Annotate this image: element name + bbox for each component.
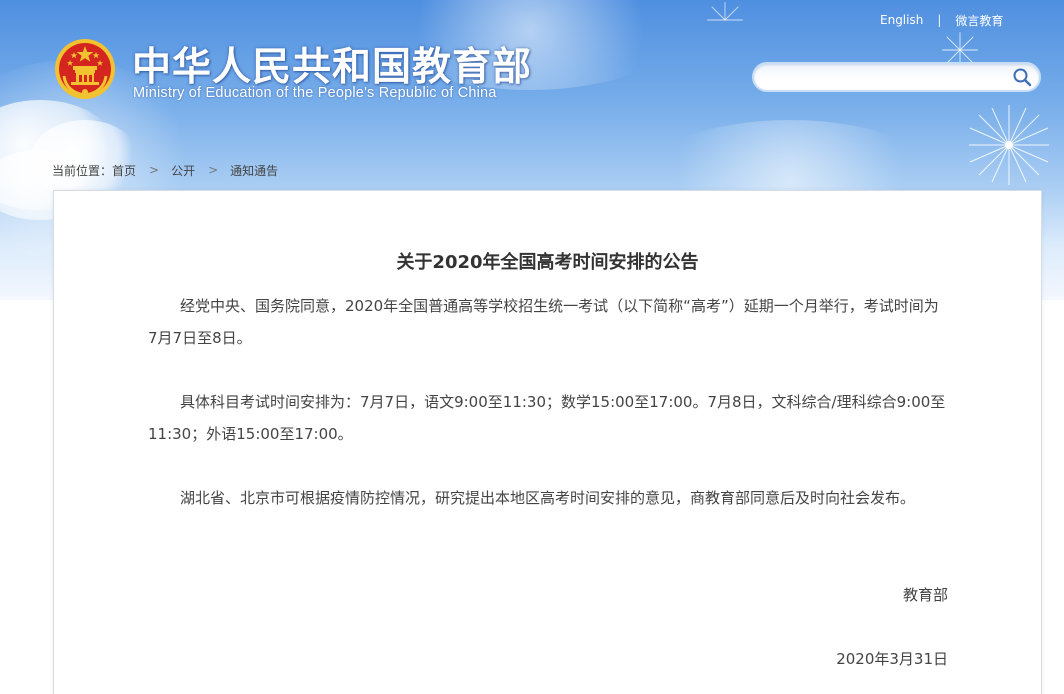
article-signature: 教育部 [902,586,948,604]
site-subtitle: Ministry of Education of the People's Re… [133,85,497,101]
article-paragraph: 湖北省、北京市可根据疫情防控情况，研究提出本地区高考时间安排的意见，商教育部同意… [180,489,916,507]
site-title: 中华人民共和国教育部 [132,45,533,90]
article-card: 关于2020年全国高考时间安排的公告 经党中央、国务院同意，2020年全国普通高… [53,190,1042,694]
search-box [752,62,1041,92]
article-paragraph: 经党中央、国务院同意，2020年全国普通高等学校招生统一考试（以下简称“高考”）… [148,297,939,347]
page: 中华人民共和国教育部 Ministry of Education of the … [0,0,1064,694]
breadcrumb-prefix: 当前位置： [52,163,113,178]
breadcrumb-public[interactable]: 公开 [171,162,195,179]
article-paragraph: 具体科目考试时间安排为：7月7日，语文9:00至11:30；数学15:00至17… [148,393,946,443]
breadcrumb-notices[interactable]: 通知通告 [230,162,278,179]
chevron-right-icon: > [208,163,219,177]
english-link[interactable]: English [880,13,923,27]
article-title: 关于2020年全国高考时间安排的公告 [396,252,699,273]
national-emblem-icon [55,39,115,99]
search-input[interactable] [766,67,1006,87]
link-separator: | [937,13,942,27]
dandelion-decoration [969,105,1049,185]
article-date: 2020年3月31日 [836,650,948,668]
breadcrumb: 当前位置： 首页 > 公开 > 通知通告 [52,161,278,179]
weiyan-jiaoyu-link[interactable]: 微言教育 [955,12,1003,29]
top-links: English | 微言教育 [880,11,1003,29]
breadcrumb-home[interactable]: 首页 [112,162,136,179]
search-icon[interactable] [1011,66,1033,88]
dandelion-decoration [707,2,743,21]
chevron-right-icon: > [149,163,160,177]
